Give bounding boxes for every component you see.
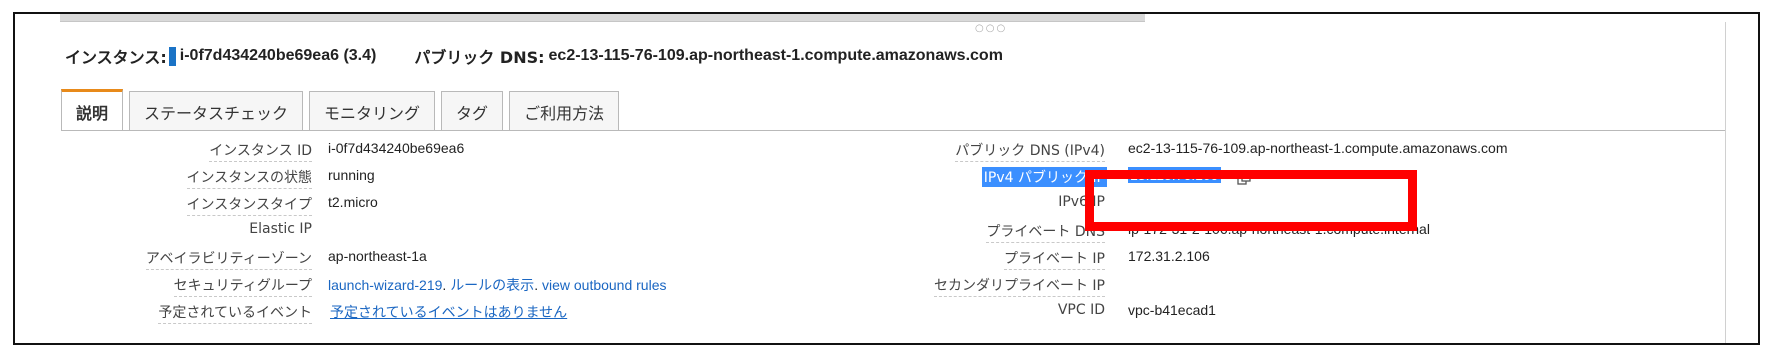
tab-monitoring[interactable]: モニタリング bbox=[309, 91, 436, 131]
link-view-rules[interactable]: ルールの表示 bbox=[450, 277, 534, 293]
highlight-annotation-box bbox=[1085, 170, 1417, 231]
instance-header: インスタンス: i-0f7d434240be69ea6 (3.4) パブリック … bbox=[65, 38, 1003, 74]
value-public-dns-ipv4[interactable]: ec2-13-115-76-109.ap-northeast-1.compute… bbox=[1128, 140, 1508, 156]
public-dns-value: ec2-13-115-76-109.ap-northeast-1.compute… bbox=[548, 47, 1003, 64]
value-instance-id: i-0f7d434240be69ea6 bbox=[328, 140, 465, 156]
value-scheduled-events[interactable]: 予定されているイベントはありません bbox=[330, 302, 567, 322]
label-public-dns-ipv4: パブリック DNS (IPv4) bbox=[955, 140, 1105, 162]
label-instance-type: インスタンスタイプ bbox=[186, 194, 312, 216]
label-private-ip: プライベート IP bbox=[1003, 248, 1105, 270]
label-instance-state: インスタンスの状態 bbox=[186, 167, 312, 189]
tab-status-checks[interactable]: ステータスチェック bbox=[129, 91, 304, 131]
horizontal-scrollbar[interactable] bbox=[60, 14, 1145, 22]
value-security-groups: launch-wizard-219. ルールの表示. view outbound… bbox=[328, 275, 667, 295]
label-elastic-ip: Elastic IP bbox=[249, 221, 312, 237]
value-availability-zone: ap-northeast-1a bbox=[328, 248, 427, 264]
label-scheduled-events: 予定されているイベント bbox=[158, 302, 312, 324]
detail-tabs: 説明 ステータスチェック モニタリング タグ ご利用方法 bbox=[61, 89, 625, 131]
value-instance-state: running bbox=[328, 167, 375, 183]
label-availability-zone: アベイラビリティーゾーン bbox=[145, 248, 312, 270]
drag-handle-icon[interactable]: ○○○ bbox=[975, 24, 1009, 34]
description-pane: インスタンス ID i-0f7d434240be69ea6 インスタンスの状態 … bbox=[15, 136, 1725, 343]
label-security-groups: セキュリティグループ bbox=[173, 275, 312, 297]
label-instance-id: インスタンス ID bbox=[209, 140, 312, 162]
tab-description[interactable]: 説明 bbox=[61, 89, 124, 131]
value-instance-type: t2.micro bbox=[328, 194, 378, 210]
separator: . bbox=[534, 277, 539, 293]
tab-underline bbox=[61, 130, 1725, 131]
tab-usage[interactable]: ご利用方法 bbox=[509, 91, 620, 131]
link-view-outbound-rules[interactable]: view outbound rules bbox=[542, 277, 667, 293]
public-dns-label: パブリック DNS: bbox=[414, 48, 545, 67]
label-vpc-id: VPC ID bbox=[1057, 302, 1105, 318]
tab-tags[interactable]: タグ bbox=[441, 91, 504, 131]
accent-bar bbox=[168, 46, 176, 66]
separator: . bbox=[442, 277, 447, 293]
value-vpc-id[interactable]: vpc-b41ecad1 bbox=[1128, 302, 1216, 318]
label-secondary-private-ip: セカンダリプライベート IP bbox=[933, 275, 1105, 297]
instance-label: インスタンス: bbox=[65, 48, 167, 67]
instance-detail-panel: ○○○ インスタンス: i-0f7d434240be69ea6 (3.4) パブ… bbox=[13, 12, 1760, 345]
instance-id-value: i-0f7d434240be69ea6 (3.4) bbox=[179, 47, 377, 64]
link-security-group[interactable]: launch-wizard-219 bbox=[328, 277, 442, 293]
panel-divider bbox=[1725, 22, 1726, 343]
value-private-ip[interactable]: 172.31.2.106 bbox=[1128, 248, 1210, 264]
